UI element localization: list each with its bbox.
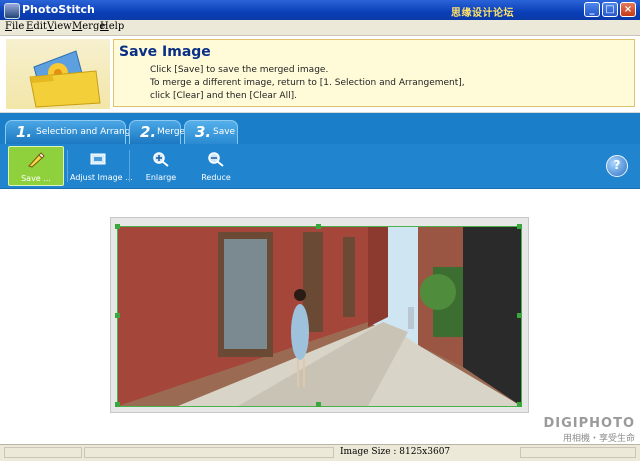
instruction-box: Save Image Click [Save] to save the merg… <box>113 39 635 107</box>
minimize-button[interactable]: _ <box>584 2 600 17</box>
enlarge-label: Enlarge <box>145 173 177 182</box>
adjust-image-label: Adjust Image ... <box>70 173 133 182</box>
tab-number: 3. <box>195 123 212 141</box>
status-cell <box>4 447 82 458</box>
save-brush-icon <box>28 152 45 168</box>
tab-number: 2. <box>140 123 157 141</box>
save-button[interactable]: Save ... <box>8 146 64 186</box>
page-title: Save Image <box>119 44 211 60</box>
toolbar-divider <box>67 150 68 182</box>
selection-handle[interactable] <box>316 224 321 229</box>
toolbar-divider <box>129 150 130 182</box>
instruction-line: click [Clear] and then [Clear All]. <box>150 91 297 101</box>
maximize-button[interactable]: □ <box>602 2 618 17</box>
watermark-brand: DIGIPHOTO <box>543 416 635 431</box>
selection-handle[interactable] <box>115 402 120 407</box>
instruction-banner: Save Image Click [Save] to save the merg… <box>0 36 640 113</box>
digiphoto-watermark: DIGIPHOTO 用相機・享受生命 <box>535 416 635 444</box>
enlarge-button[interactable]: Enlarge <box>136 146 186 186</box>
instruction-line: To merge a different image, return to [1… <box>150 78 465 88</box>
selection-handle[interactable] <box>115 313 120 318</box>
title-bar: PhotoStitch 思缘设计论坛 www.MISSYUAN.COM _ □ … <box>0 0 640 30</box>
selection-handle[interactable] <box>517 402 522 407</box>
step-tabs: 1. Selection and Arrangement 2. Merge 3.… <box>0 113 640 144</box>
window-title: PhotoStitch <box>22 3 95 16</box>
reduce-button[interactable]: Reduce <box>191 146 241 186</box>
image-size-status: Image Size : 8125x3607 <box>340 447 451 457</box>
selection-handle[interactable] <box>517 224 522 229</box>
watermark-slogan: 用相機・享受生命 <box>562 434 635 444</box>
menu-edit[interactable]: Edit <box>26 21 47 32</box>
help-button[interactable]: ? <box>606 155 628 177</box>
menu-help[interactable]: Help <box>100 21 124 32</box>
selection-handle[interactable] <box>115 224 120 229</box>
selection-handle[interactable] <box>316 402 321 407</box>
tab-selection-arrangement[interactable]: 1. Selection and Arrangement <box>5 120 160 144</box>
menu-bar: File Edit View Merge Help <box>0 20 640 36</box>
zoom-in-icon <box>153 152 169 167</box>
adjust-image-icon <box>90 153 106 165</box>
tab-label: Save <box>213 127 236 137</box>
merged-image[interactable] <box>117 226 522 407</box>
tab-number: 1. <box>16 123 33 141</box>
status-cell <box>520 447 636 458</box>
instruction-line: Click [Save] to save the merged image. <box>150 65 329 75</box>
menu-file[interactable]: File <box>5 21 24 32</box>
adjust-image-button[interactable]: Adjust Image ... <box>70 146 133 186</box>
reduce-label: Reduce <box>201 173 231 182</box>
app-icon[interactable] <box>4 3 20 19</box>
close-button[interactable]: × <box>620 2 636 17</box>
tab-label: Merge <box>157 127 186 137</box>
status-cell <box>84 447 334 458</box>
toolbar: Save ... Adjust Image ... Enlarge Reduce <box>0 144 640 189</box>
selection-handle[interactable] <box>517 313 522 318</box>
save-button-label: Save ... <box>21 174 51 183</box>
tab-merge[interactable]: 2. Merge <box>129 120 185 144</box>
status-bar: Image Size : 8125x3607 <box>0 444 640 461</box>
tab-save[interactable]: 3. Save <box>184 120 238 144</box>
folder-photo-icon <box>6 39 110 109</box>
menu-view[interactable]: View <box>47 21 72 32</box>
zoom-out-icon <box>208 152 224 167</box>
